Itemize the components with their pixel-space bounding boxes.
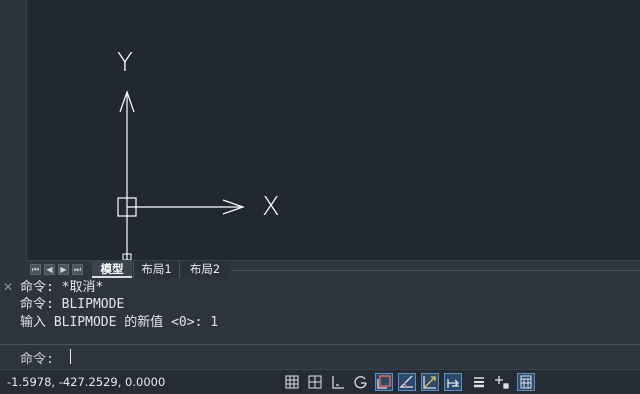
layout-tab-bar: ⏮ ◀ ▶ ⏭ 模型 布局1 布局2 (26, 260, 640, 279)
next-tab-button[interactable]: ▶ (58, 264, 69, 275)
history-line: 输入 BLIPMODE 的新值 <0>: 1 (20, 315, 219, 330)
command-input[interactable] (68, 348, 588, 364)
cursor-coordinates: -1.5978, -427.2529, 0.0000 (7, 375, 166, 389)
tab-layout1[interactable]: 布局1 (133, 261, 179, 278)
history-line: 命令: BLIPMODE (20, 297, 125, 312)
text-caret (70, 349, 71, 364)
y-axis-label: Y (117, 48, 133, 78)
dynamic-ucs-icon[interactable] (421, 373, 439, 391)
drawing-canvas[interactable]: Y X (27, 0, 640, 260)
left-palette-strip (0, 0, 27, 278)
command-line: 命令: (0, 344, 640, 369)
ucs-icon (117, 90, 245, 260)
prev-tab-button[interactable]: ◀ (44, 264, 55, 275)
tab-bar-divider (231, 270, 640, 271)
infer-constraints-icon[interactable] (329, 373, 347, 391)
last-tab-button[interactable]: ⏭ (72, 264, 83, 275)
object-snap-icon[interactable] (375, 373, 393, 391)
tab-model[interactable]: 模型 (92, 261, 132, 278)
status-bar: -1.5978, -427.2529, 0.0000 (0, 369, 640, 394)
lineweight-icon[interactable] (470, 373, 488, 391)
tab-layout2[interactable]: 布局2 (179, 261, 230, 278)
selection-cycling-icon[interactable] (493, 373, 511, 391)
dynamic-input-icon[interactable] (444, 373, 462, 391)
workspace-icon[interactable] (517, 373, 535, 391)
first-tab-button[interactable]: ⏮ (30, 264, 41, 275)
x-axis-label: X (262, 192, 280, 222)
model-grid-icon[interactable] (283, 373, 301, 391)
history-line: 命令: *取消* (20, 280, 104, 295)
command-history-panel: ✕ 命令: *取消* 命令: BLIPMODE 输入 BLIPMODE 的新值 … (0, 278, 640, 344)
command-prompt: 命令: (20, 352, 54, 367)
polar-tracking-icon[interactable] (352, 373, 370, 391)
snap-grid-icon[interactable] (306, 373, 324, 391)
close-icon[interactable]: ✕ (3, 280, 13, 294)
isometric-drafting-icon[interactable] (398, 373, 416, 391)
cad-application-window: Y X ⏮ ◀ ▶ ⏭ 模型 布局1 布局2 ✕ 命令: *取消* 命令: BL… (0, 0, 640, 394)
